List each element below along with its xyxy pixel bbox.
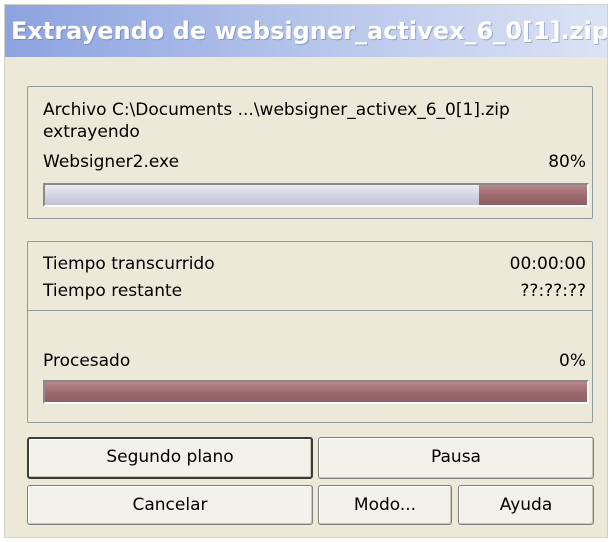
extract-dialog: Extrayendo de websigner_activex_6_0[1].z… (4, 4, 608, 538)
remaining-time-label: Tiempo restante (43, 281, 183, 301)
time-progress-group: Tiempo transcurrido 00:00:00 Tiempo rest… (27, 241, 593, 423)
elapsed-time-value: 00:00:00 (509, 254, 586, 274)
total-progress-fill (45, 382, 587, 402)
file-progress-fill (478, 185, 587, 205)
pause-button[interactable]: Pausa (318, 437, 594, 479)
file-percent-label: 80% (548, 152, 586, 172)
status-label: extrayendo (43, 122, 140, 142)
archive-path-label: Archivo C:\Documents ...\websigner_activ… (43, 100, 510, 120)
group-divider (28, 310, 592, 311)
help-button[interactable]: Ayuda (458, 485, 594, 525)
window-title: Extrayendo de websigner_activex_6_0[1].z… (5, 5, 607, 57)
cancel-button[interactable]: Cancelar (27, 485, 313, 525)
processed-label: Procesado (43, 351, 131, 371)
current-file-label: Websigner2.exe (43, 152, 180, 172)
background-button[interactable]: Segundo plano (27, 437, 313, 479)
file-progress-bar (43, 183, 589, 207)
processed-percent-label: 0% (559, 351, 586, 371)
mode-button[interactable]: Modo... (318, 485, 452, 525)
remaining-time-value: ??:??:?? (520, 281, 586, 301)
total-progress-bar (43, 380, 589, 404)
elapsed-time-label: Tiempo transcurrido (43, 254, 215, 274)
file-progress-group: Archivo C:\Documents ...\websigner_activ… (27, 86, 593, 219)
